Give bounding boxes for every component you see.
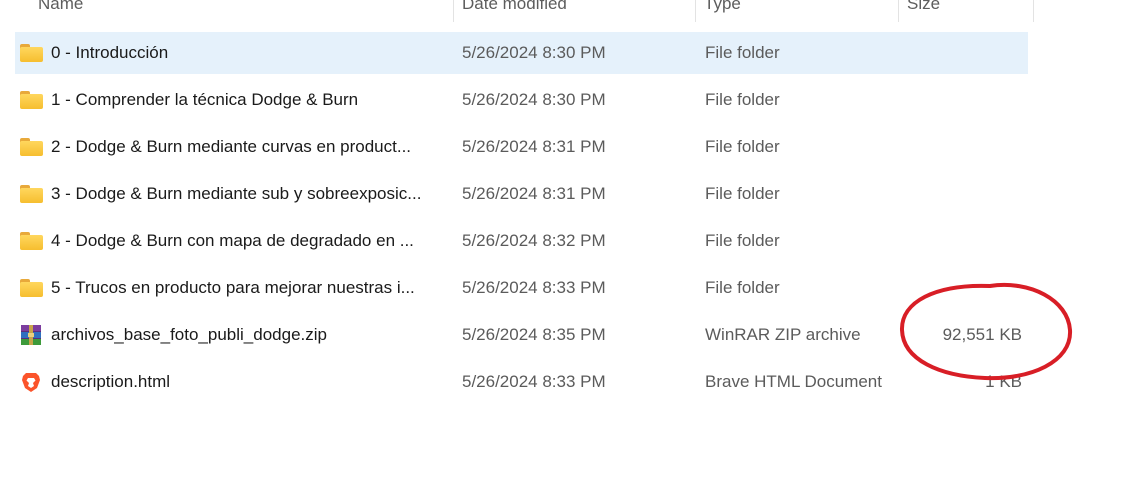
folder-icon bbox=[20, 173, 46, 215]
file-size bbox=[905, 220, 1022, 262]
file-size: 1 KB bbox=[985, 372, 1022, 391]
file-row-5-trucos[interactable]: 5 - Trucos en producto para mejorar nues… bbox=[15, 267, 1028, 309]
file-name: archivos_base_foto_publi_dodge.zip bbox=[51, 325, 327, 344]
file-name: 5 - Trucos en producto para mejorar nues… bbox=[51, 278, 415, 297]
file-type: File folder bbox=[705, 137, 780, 156]
folder-icon bbox=[20, 267, 46, 309]
column-header-date-label: Date modified bbox=[462, 0, 567, 13]
file-type: Brave HTML Document bbox=[705, 372, 882, 391]
file-size bbox=[905, 126, 1022, 168]
file-row-3-sobreexposicion[interactable]: 3 - Dodge & Burn mediante sub y sobreexp… bbox=[15, 173, 1028, 215]
file-date-modified: 5/26/2024 8:32 PM bbox=[462, 231, 606, 250]
column-header-type[interactable]: Type bbox=[696, 0, 899, 22]
file-row-6-zip[interactable]: archivos_base_foto_publi_dodge.zip 5/26/… bbox=[15, 314, 1028, 356]
column-header-row: Name Date modified Type Size bbox=[0, 0, 1040, 22]
file-name: 4 - Dodge & Burn con mapa de degradado e… bbox=[51, 231, 414, 250]
column-header-name[interactable]: Name bbox=[30, 0, 454, 22]
file-date-modified: 5/26/2024 8:31 PM bbox=[462, 137, 606, 156]
file-size bbox=[905, 79, 1022, 121]
file-name: 0 - Introducción bbox=[51, 43, 169, 62]
brave-icon bbox=[20, 361, 46, 403]
file-row-1-comprender[interactable]: 1 - Comprender la técnica Dodge & Burn 5… bbox=[15, 79, 1028, 121]
file-name: 3 - Dodge & Burn mediante sub y sobreexp… bbox=[51, 184, 422, 203]
file-type: File folder bbox=[705, 184, 780, 203]
file-size bbox=[905, 267, 1022, 309]
file-date-modified: 5/26/2024 8:30 PM bbox=[462, 43, 606, 62]
folder-icon bbox=[20, 79, 46, 121]
file-name: 2 - Dodge & Burn mediante curvas en prod… bbox=[51, 137, 412, 156]
column-header-name-label: Name bbox=[38, 0, 84, 13]
file-size: 92,551 KB bbox=[942, 325, 1022, 344]
file-type: File folder bbox=[705, 43, 780, 62]
column-header-size[interactable]: Size bbox=[899, 0, 1034, 22]
column-header-size-label: Size bbox=[907, 0, 941, 13]
column-header-type-label: Type bbox=[704, 0, 741, 13]
column-header-date-modified[interactable]: Date modified bbox=[454, 0, 696, 22]
file-explorer: Name Date modified Type Size 0 - Introdu… bbox=[0, 0, 1144, 494]
file-date-modified: 5/26/2024 8:35 PM bbox=[462, 325, 606, 344]
folder-icon bbox=[20, 126, 46, 168]
column-divider[interactable] bbox=[1033, 0, 1034, 22]
file-type: File folder bbox=[705, 90, 780, 109]
file-size bbox=[905, 173, 1022, 215]
file-date-modified: 5/26/2024 8:33 PM bbox=[462, 372, 606, 391]
file-row-0-introduccion[interactable]: 0 - Introducción 5/26/2024 8:30 PM File … bbox=[15, 32, 1028, 74]
file-type: File folder bbox=[705, 231, 780, 250]
file-type: WinRAR ZIP archive bbox=[705, 325, 861, 344]
file-row-2-curvas[interactable]: 2 - Dodge & Burn mediante curvas en prod… bbox=[15, 126, 1028, 168]
file-date-modified: 5/26/2024 8:31 PM bbox=[462, 184, 606, 203]
file-row-4-degradado[interactable]: 4 - Dodge & Burn con mapa de degradado e… bbox=[15, 220, 1028, 262]
file-date-modified: 5/26/2024 8:33 PM bbox=[462, 278, 606, 297]
file-date-modified: 5/26/2024 8:30 PM bbox=[462, 90, 606, 109]
folder-icon bbox=[20, 32, 46, 74]
winrar-zip-icon bbox=[20, 314, 46, 356]
file-type: File folder bbox=[705, 278, 780, 297]
file-size bbox=[905, 32, 1022, 74]
file-name: 1 - Comprender la técnica Dodge & Burn bbox=[51, 90, 359, 109]
file-row-7-description[interactable]: description.html 5/26/2024 8:33 PM Brave… bbox=[15, 361, 1028, 403]
folder-icon bbox=[20, 220, 46, 262]
file-name: description.html bbox=[51, 372, 171, 391]
